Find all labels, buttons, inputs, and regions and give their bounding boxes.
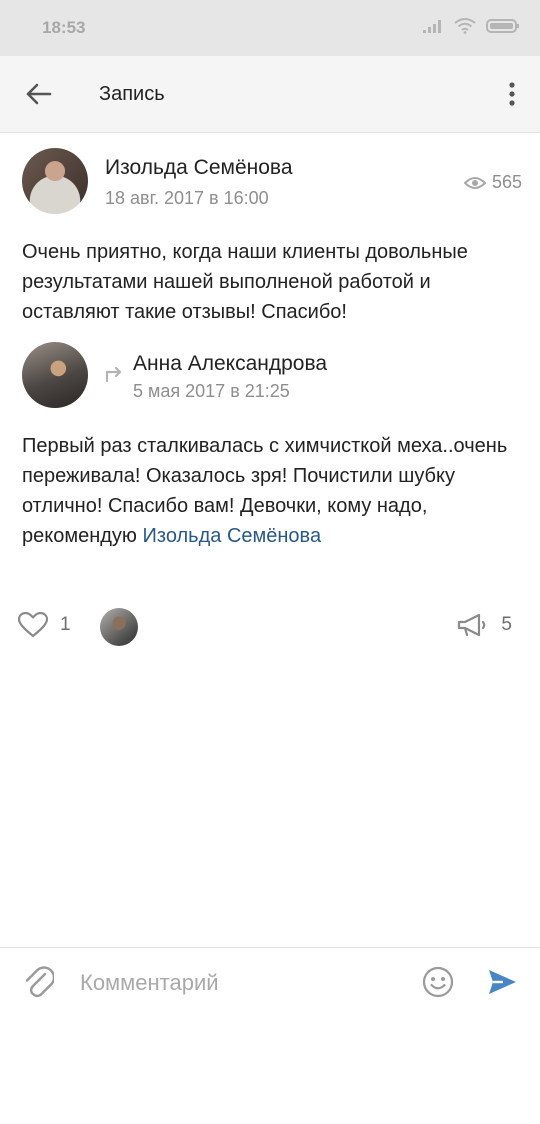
paperclip-icon: [25, 966, 54, 998]
more-vertical-icon: [509, 82, 515, 106]
comment-bar: [0, 947, 540, 1017]
repost-author-name[interactable]: Анна Александрова: [133, 352, 327, 376]
send-icon: [489, 970, 516, 994]
repost-author-avatar[interactable]: [22, 342, 88, 408]
repost-icon: [105, 366, 122, 383]
app-bar: Запись: [0, 56, 540, 133]
post-header: Изольда Семёнова 18 авг. 2017 в 16:00 56…: [22, 148, 522, 214]
battery-icon: [486, 19, 519, 33]
author-name[interactable]: Изольда Семёнова: [105, 156, 293, 180]
heart-icon: [18, 612, 48, 638]
status-time: 18:53: [42, 18, 86, 37]
like-button[interactable]: 1: [18, 612, 71, 638]
liker-avatar[interactable]: [100, 608, 138, 646]
status-bar: 18:53: [0, 0, 540, 56]
more-menu-button[interactable]: [502, 78, 522, 110]
comment-input[interactable]: [80, 966, 400, 1000]
back-button[interactable]: [18, 76, 58, 112]
share-button[interactable]: 5: [457, 612, 512, 638]
author-avatar[interactable]: [22, 148, 88, 214]
emoji-button[interactable]: [420, 964, 456, 1000]
likes-count: 1: [60, 614, 71, 635]
views-counter: 565: [463, 172, 522, 193]
wifi-icon: [454, 18, 476, 34]
signal-icon: [423, 20, 441, 33]
post-text: Очень приятно, когда наши клиенты доволь…: [22, 241, 468, 323]
shares-count: 5: [501, 614, 512, 635]
megaphone-icon: [458, 613, 486, 637]
smiley-icon: [422, 966, 454, 998]
attach-button[interactable]: [22, 964, 56, 1000]
arrow-left-icon: [26, 83, 52, 105]
repost-date: 5 мая 2017 в 21:25: [133, 381, 290, 401]
send-button[interactable]: [484, 964, 520, 1000]
post-date: 18 авг. 2017 в 16:00: [105, 188, 269, 208]
post-actions: 1 5: [18, 606, 522, 650]
repost-text: Первый раз сталкивалась с химчисткой мех…: [22, 431, 522, 551]
status-icons: [422, 18, 520, 34]
views-count: 565: [491, 172, 522, 192]
mention-link[interactable]: Изольда Семёнова: [143, 525, 322, 547]
eye-icon: [463, 176, 486, 189]
page-title: Запись: [99, 83, 165, 105]
repost-header: Анна Александрова 5 мая 2017 в 21:25: [22, 342, 522, 408]
